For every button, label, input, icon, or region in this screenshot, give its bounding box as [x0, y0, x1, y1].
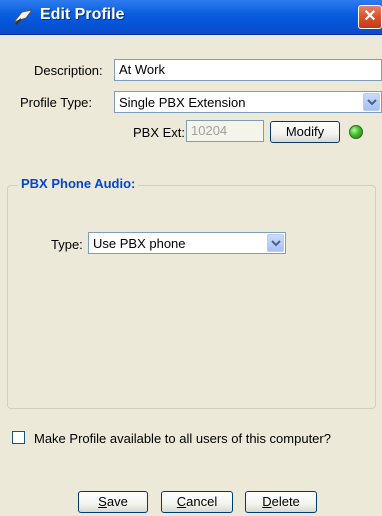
cancel-mnemonic: C [176, 494, 187, 509]
delete-label: elete [271, 494, 300, 509]
save-label: ave [106, 494, 128, 509]
profile-type-label: Profile Type: [20, 95, 93, 110]
audio-type-value: Use PBX phone [93, 236, 186, 251]
delete-button[interactable]: Delete [245, 491, 317, 513]
cancel-label: ancel [186, 494, 218, 509]
group-title: PBX Phone Audio: [18, 176, 139, 191]
pbx-phone-audio-group [7, 185, 376, 409]
chevron-down-icon[interactable] [267, 234, 284, 252]
description-label: Description: [34, 63, 103, 78]
chevron-down-icon[interactable] [363, 93, 380, 111]
audio-type-label: Type: [51, 237, 83, 252]
extension-status-icon [349, 125, 363, 139]
save-mnemonic: S [98, 494, 107, 509]
audio-type-select[interactable]: Use PBX phone [88, 232, 286, 254]
window-title: Edit Profile [40, 6, 125, 23]
title-bar: Edit Profile ✕ [0, 0, 382, 35]
pbx-ext-label: PBX Ext: [133, 125, 186, 140]
delete-mnemonic: D [262, 494, 272, 509]
pbx-ext-field: 10204 [186, 120, 264, 142]
modify-button[interactable]: Modify [270, 121, 340, 143]
profile-type-select[interactable]: Single PBX Extension [114, 91, 382, 113]
cancel-button[interactable]: Cancel [161, 491, 233, 513]
profile-type-value: Single PBX Extension [119, 95, 246, 110]
share-profile-checkbox[interactable] [12, 431, 25, 444]
share-profile-label: Make Profile available to all users of t… [34, 431, 331, 446]
save-button[interactable]: Save [78, 491, 148, 513]
description-field[interactable]: At Work [114, 59, 382, 81]
modify-button-label: Modify [285, 124, 325, 139]
app-icon [12, 8, 34, 26]
close-button[interactable]: ✕ [358, 5, 382, 29]
